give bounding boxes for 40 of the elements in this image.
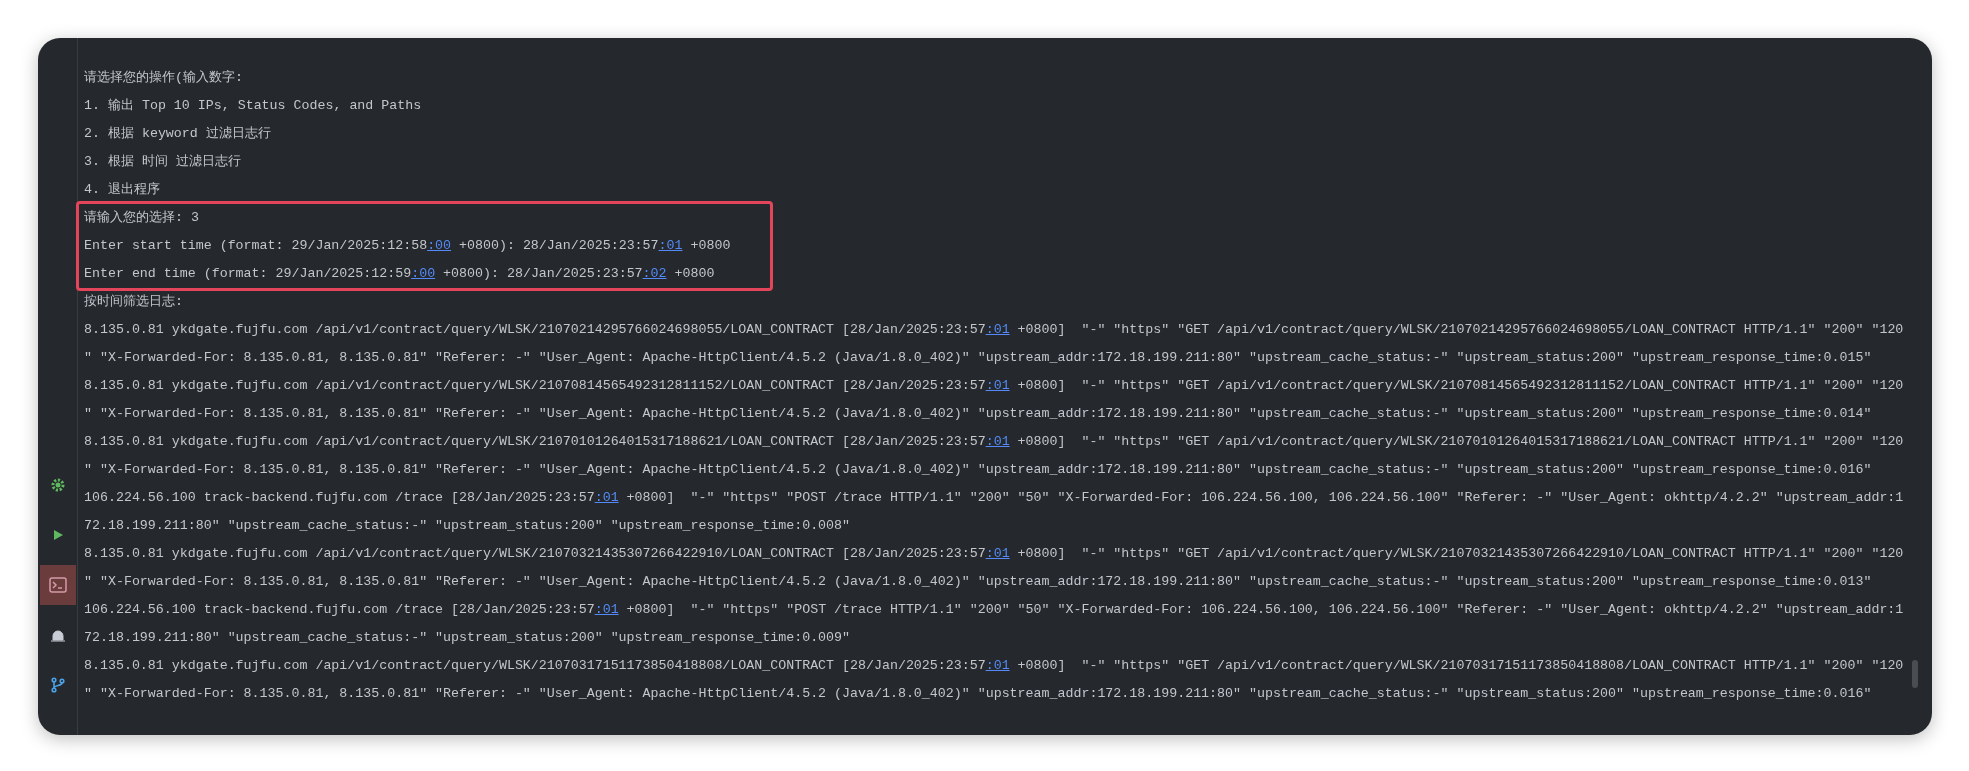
- console-line: 8.135.0.81 ykdgate.fujfu.com /api/v1/contract/query/WLSK/21070214295766024698055/LOAN_CONTRACT [28/Jan/2025:23:57:01 +0800] "-" "https" "GET /api/v1/contract/query/WLSK/21070214295766024698055/LOAN_CONTRACT HTTP/1.1" "200" "120: [84, 321, 1904, 339]
- timestamp-link[interactable]: :01: [985, 322, 1010, 337]
- console-line: 2. 根据 keyword 过滤日志行: [84, 125, 271, 143]
- scrollbar-thumb[interactable]: [1912, 660, 1918, 688]
- timestamp-link[interactable]: :01: [594, 602, 619, 617]
- timestamp-link[interactable]: :02: [642, 266, 667, 281]
- console-line: 8.135.0.81 ykdgate.fujfu.com /api/v1/contract/query/WLSK/21070321435307266422910/LOAN_CONTRACT [28/Jan/2025:23:57:01 +0800] "-" "https" "GET /api/v1/contract/query/WLSK/21070321435307266422910/LOAN_CONTRACT HTTP/1.1" "200" "120: [84, 545, 1904, 563]
- console-line: 106.224.56.100 track-backend.fujfu.com /trace [28/Jan/2025:23:57:01 +0800] "-" "https" "POST /trace HTTP/1.1" "200" "50" "X-Forwarded-For: 106.224.56.100, 106.224.56.100" "Referer: -" "User_Agent: okhttp/4.2.2" "upstream_addr:1: [84, 489, 1904, 507]
- console-line: Enter end time (format: 29/Jan/2025:12:59:00 +0800): 28/Jan/2025:23:57:02 +0800: [84, 265, 715, 283]
- console-line: 3. 根据 时间 过滤日志行: [84, 153, 241, 171]
- timestamp-link[interactable]: :01: [985, 546, 1010, 561]
- terminal-icon: [48, 577, 67, 593]
- console-line: 106.224.56.100 track-backend.fujfu.com /trace [28/Jan/2025:23:57:01 +0800] "-" "https" "POST /trace HTTP/1.1" "200" "50" "X-Forwarded-For: 106.224.56.100, 106.224.56.100" "Referer: -" "User_Agent: okhttp/4.2.2" "upstream_addr:1: [84, 601, 1904, 619]
- console-line: 72.18.199.211:80" "upstream_cache_status:-" "upstream_status:200" "upstream_response_time:0.008": [84, 517, 851, 535]
- timestamp-link[interactable]: :01: [594, 490, 619, 505]
- console-line: " "X-Forwarded-For: 8.135.0.81, 8.135.0.81" "Referer: -" "User_Agent: Apache-HttpClient/4.5.2 (Java/1.8.0_402)" "upstream_addr:172.18.199.211:80" "upstream_cache_status:-" "upstream_status:200" "upstream_response_time:0.014": [84, 405, 1872, 423]
- console-line: " "X-Forwarded-For: 8.135.0.81, 8.135.0.81" "Referer: -" "User_Agent: Apache-HttpClient/4.5.2 (Java/1.8.0_402)" "upstream_addr:172.18.199.211:80" "upstream_cache_status:-" "upstream_status:200" "upstream_response_time:0.013": [84, 573, 1872, 591]
- console-line: 按时间筛选日志:: [84, 293, 183, 311]
- timestamp-link[interactable]: :00: [427, 238, 452, 253]
- console-line: 请输入您的选择: 3: [84, 209, 199, 227]
- console-line: 8.135.0.81 ykdgate.fujfu.com /api/v1/contract/query/WLSK/21070814565492312811152/LOAN_CONTRACT [28/Jan/2025:23:57:01 +0800] "-" "https" "GET /api/v1/contract/query/WLSK/21070814565492312811152/LOAN_CONTRACT HTTP/1.1" "200" "120: [84, 377, 1904, 395]
- alarm-icon: [49, 627, 66, 643]
- timestamp-link[interactable]: :01: [985, 658, 1010, 673]
- console-line: " "X-Forwarded-For: 8.135.0.81, 8.135.0.81" "Referer: -" "User_Agent: Apache-HttpClient/4.5.2 (Java/1.8.0_402)" "upstream_addr:172.18.199.211:80" "upstream_cache_status:-" "upstream_status:200" "upstream_response_time:0.016": [84, 685, 1872, 703]
- timestamp-link[interactable]: :00: [411, 266, 436, 281]
- tool-window-button[interactable]: [39, 565, 76, 605]
- timestamp-link[interactable]: :01: [658, 238, 683, 253]
- console-line: 72.18.199.211:80" "upstream_cache_status:-" "upstream_status:200" "upstream_response_time:0.009": [84, 629, 851, 647]
- console-line: " "X-Forwarded-For: 8.135.0.81, 8.135.0.81" "Referer: -" "User_Agent: Apache-HttpClient/4.5.2 (Java/1.8.0_402)" "upstream_addr:172.18.199.211:80" "upstream_cache_status:-" "upstream_status:200" "upstream_response_time:0.015": [84, 349, 1872, 367]
- timestamp-link[interactable]: :01: [985, 378, 1010, 393]
- branch-icon: [49, 677, 66, 693]
- console-line: " "X-Forwarded-For: 8.135.0.81, 8.135.0.81" "Referer: -" "User_Agent: Apache-HttpClient/4.5.2 (Java/1.8.0_402)" "upstream_addr:172.18.199.211:80" "upstream_cache_status:-" "upstream_status:200" "upstream_response_time:0.016": [84, 461, 1872, 479]
- gear-icon: [49, 477, 66, 493]
- console-line: 1. 输出 Top 10 IPs, Status Codes, and Paths: [84, 97, 422, 115]
- console-line: 4. 退出程序: [84, 181, 160, 199]
- timestamp-link[interactable]: :01: [985, 434, 1010, 449]
- console-line: Enter start time (format: 29/Jan/2025:12:58:00 +0800): 28/Jan/2025:23:57:01 +0800: [84, 237, 731, 255]
- console-line: 8.135.0.81 ykdgate.fujfu.com /api/v1/contract/query/WLSK/21070317151173850418808/LOAN_CONTRACT [28/Jan/2025:23:57:01 +0800] "-" "https" "GET /api/v1/contract/query/WLSK/21070317151173850418808/LOAN_CONTRACT HTTP/1.1" "200" "120: [84, 657, 1904, 675]
- console-line: 请选择您的操作(输入数字:: [84, 69, 243, 87]
- console-line: 8.135.0.81 ykdgate.fujfu.com /api/v1/contract/query/WLSK/21070101264015317188621/LOAN_CONTRACT [28/Jan/2025:23:57:01 +0800] "-" "https" "GET /api/v1/contract/query/WLSK/21070101264015317188621/LOAN_CONTRACT HTTP/1.1" "200" "120: [84, 433, 1904, 451]
